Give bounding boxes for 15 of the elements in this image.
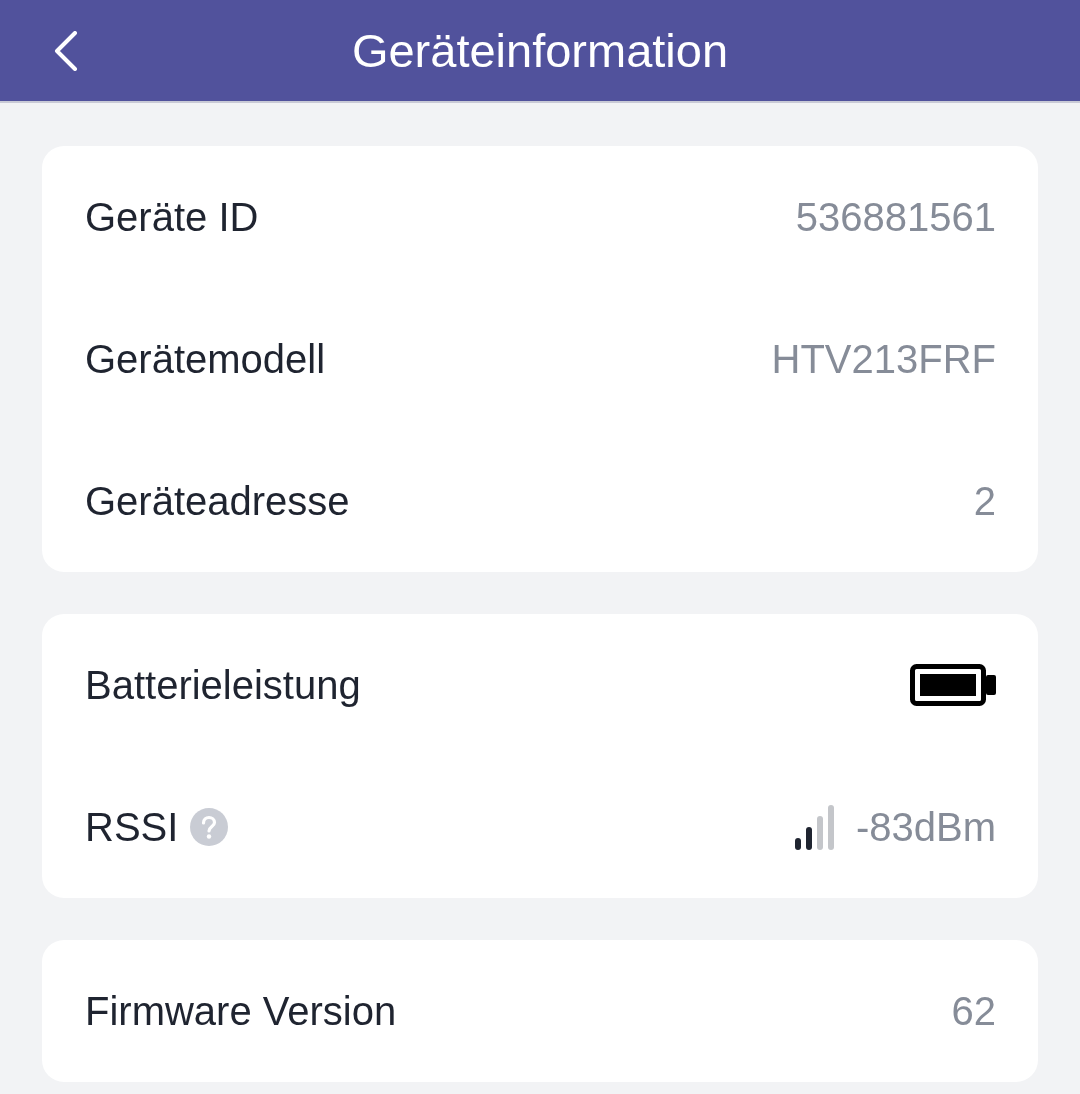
row-label: Geräte ID — [85, 194, 259, 240]
signal-value: -83dBm — [855, 804, 996, 850]
row-value: 536881561 — [795, 194, 996, 240]
signal-icon — [793, 804, 836, 850]
row-label: Firmware Version — [85, 988, 397, 1034]
row-value: HTV213FRF — [771, 336, 996, 382]
page-title: Geräteinformation — [350, 23, 730, 78]
row-value: 2 — [973, 478, 996, 524]
battery-icon — [910, 664, 996, 706]
row-value: 62 — [951, 988, 996, 1034]
row-label: Batterieleistung — [85, 662, 361, 708]
row-label: Geräteadresse — [85, 478, 350, 524]
row-label: RSSI — [85, 804, 179, 850]
back-icon — [54, 30, 78, 71]
row-label: Gerätemodell — [85, 336, 326, 382]
